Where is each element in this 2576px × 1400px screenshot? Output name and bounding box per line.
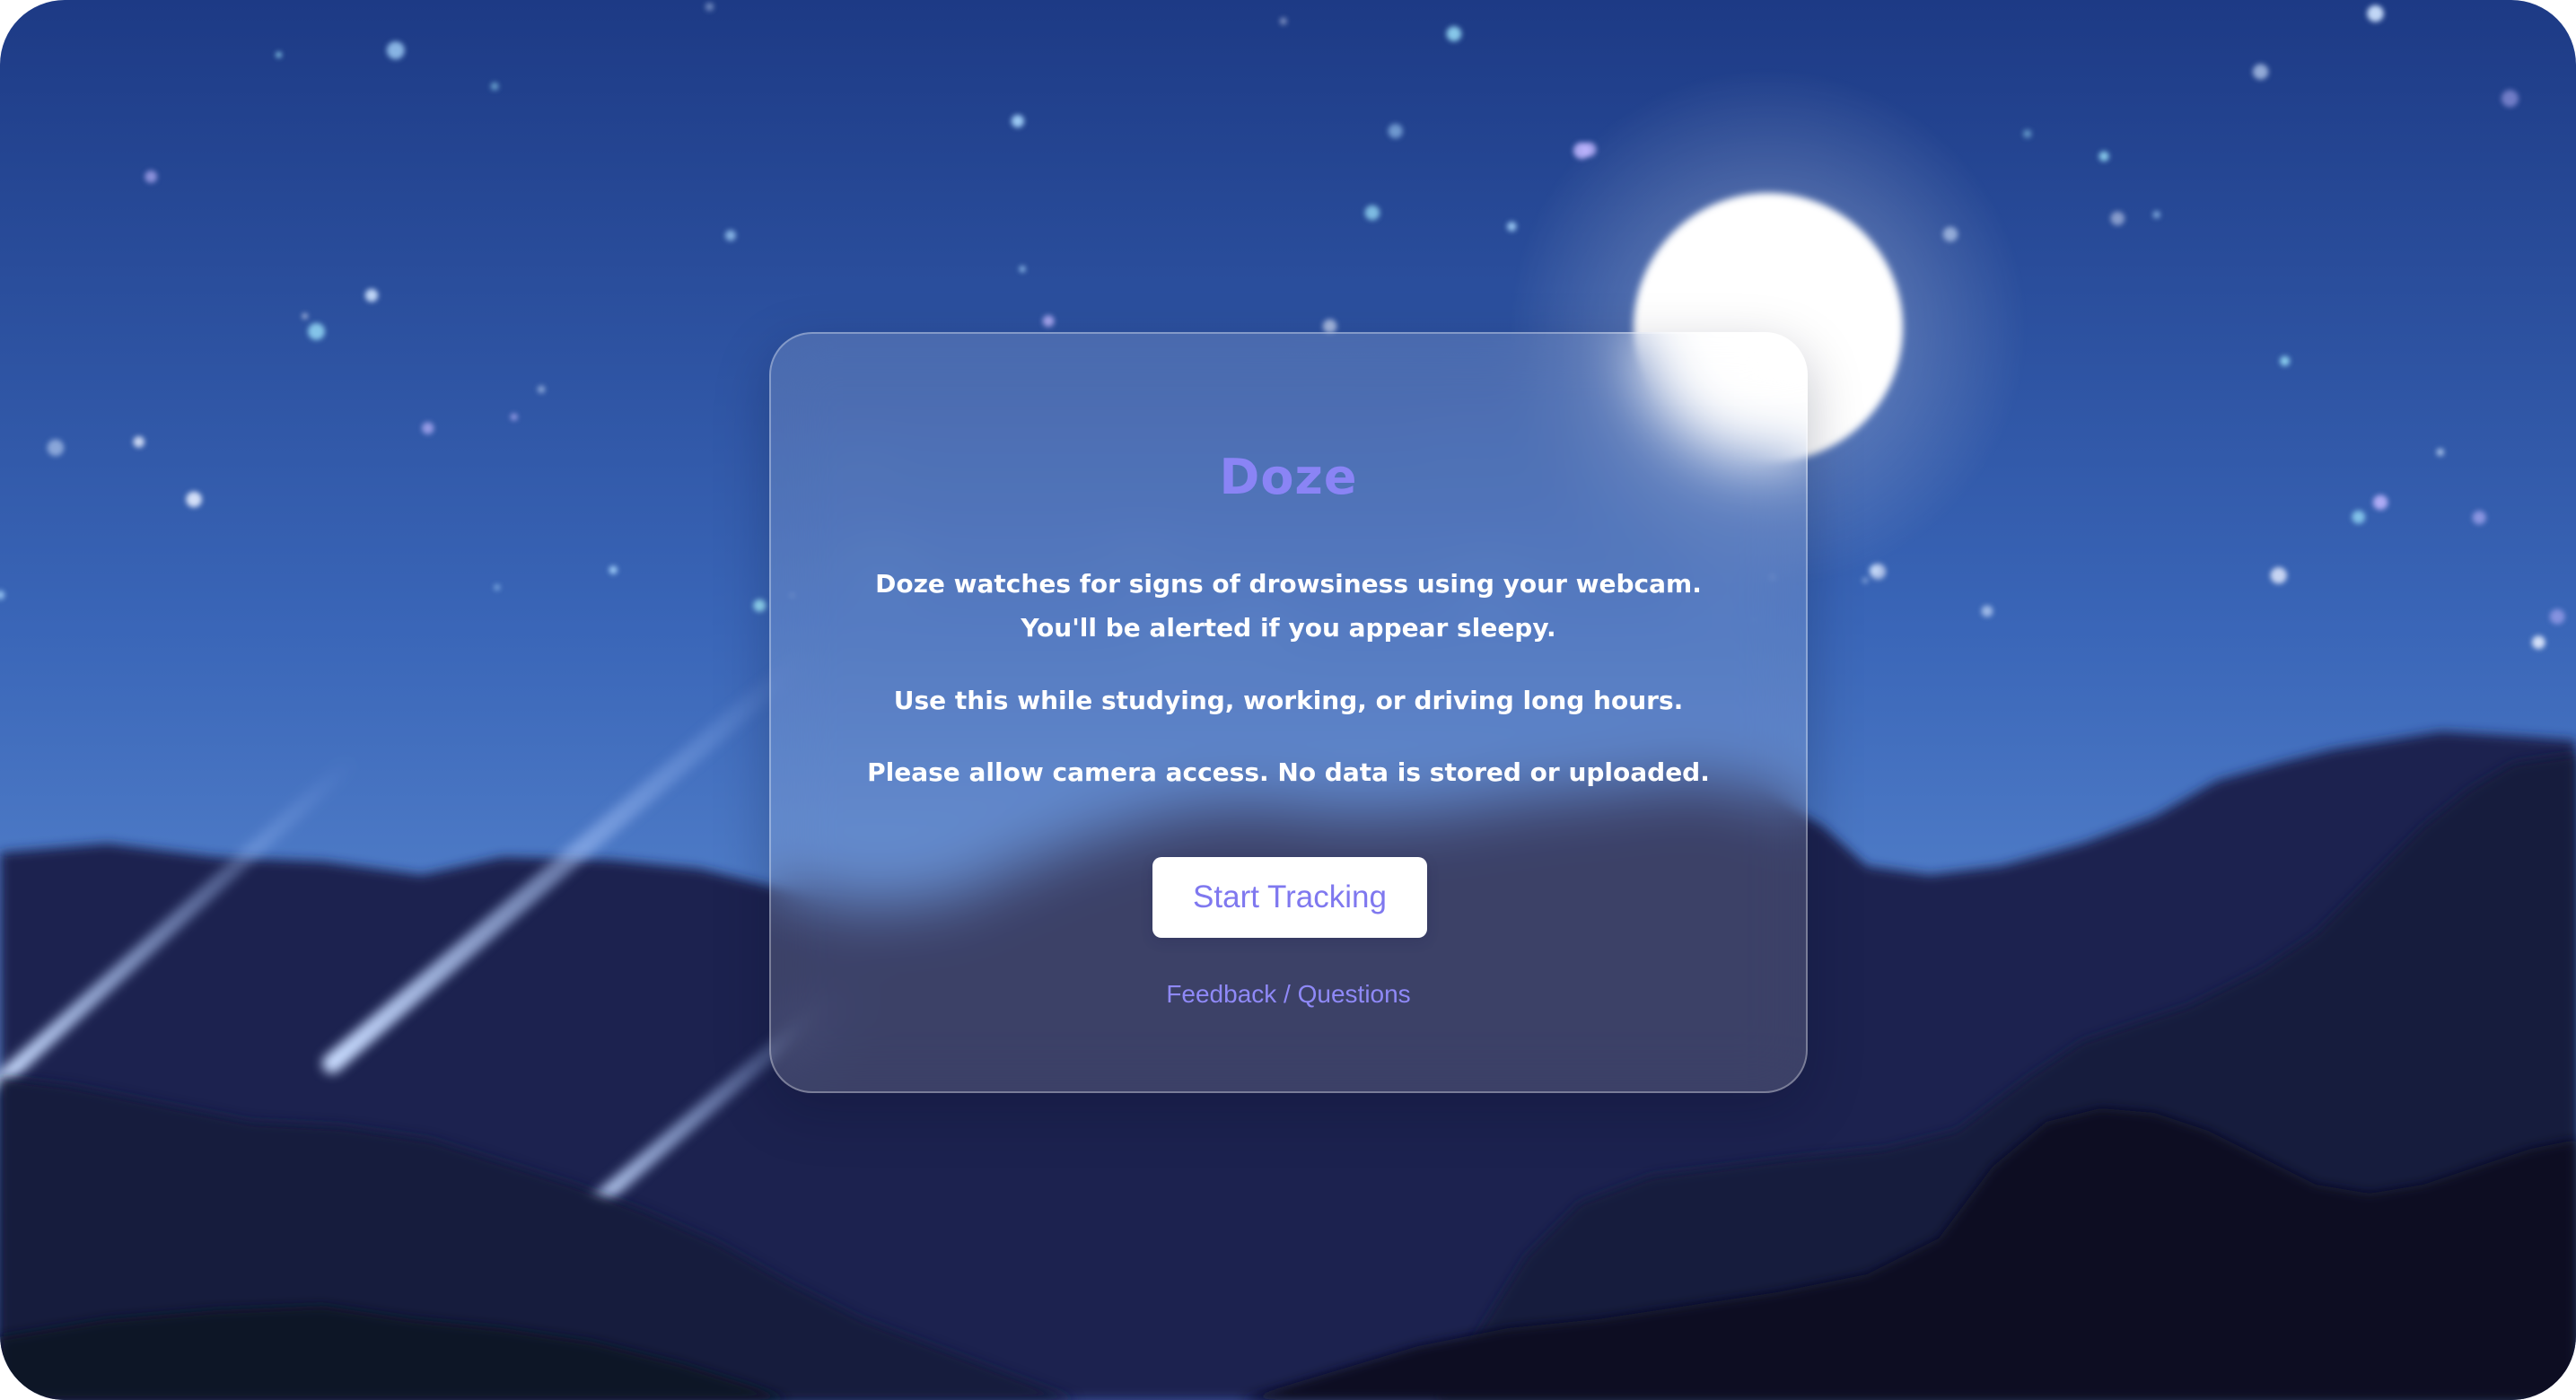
welcome-card: Doze Doze watches for signs of drowsines… (769, 332, 1808, 1093)
star (47, 439, 65, 457)
star (2023, 129, 2032, 138)
star (2501, 90, 2519, 108)
description-text: Doze watches for signs of drowsiness usi… (875, 569, 1702, 643)
star (364, 288, 379, 302)
star (1280, 17, 1287, 25)
star (386, 41, 405, 60)
star (133, 436, 145, 448)
star (2549, 608, 2565, 625)
star (1981, 605, 1993, 617)
app-window: Doze Doze watches for signs of drowsines… (0, 0, 2576, 1400)
start-tracking-button[interactable]: Start Tracking (1152, 857, 1427, 938)
star (2280, 355, 2291, 366)
star (1507, 222, 1517, 232)
star (2472, 511, 2486, 525)
star (2367, 4, 2384, 22)
privacy-text: Please allow camera access. No data is s… (867, 757, 1710, 787)
star (1042, 315, 1055, 328)
star (609, 565, 618, 574)
star (490, 82, 499, 91)
star (1011, 114, 1024, 128)
star (2110, 211, 2125, 226)
star (510, 413, 518, 421)
star (494, 584, 501, 591)
star (1019, 266, 1026, 273)
star (2252, 64, 2269, 80)
star (705, 2, 714, 12)
star (186, 491, 202, 508)
star (2152, 211, 2160, 219)
star (1364, 205, 1380, 221)
star (2270, 567, 2287, 584)
star (308, 322, 325, 340)
star (2352, 510, 2366, 524)
app-title: Doze (1219, 449, 1358, 505)
feedback-link[interactable]: Feedback / Questions (771, 980, 1806, 1009)
star (422, 422, 434, 434)
star (1862, 577, 1869, 583)
usage-text: Use this while studying, working, or dri… (893, 686, 1684, 715)
star (753, 599, 767, 612)
star (145, 171, 158, 183)
star (1388, 123, 1403, 139)
star (1446, 26, 1462, 42)
star (276, 52, 282, 58)
star (2531, 635, 2545, 650)
star (2372, 494, 2388, 511)
star (2436, 448, 2444, 457)
star (537, 385, 546, 394)
star (2098, 151, 2109, 162)
star (302, 313, 308, 319)
star (724, 230, 736, 241)
